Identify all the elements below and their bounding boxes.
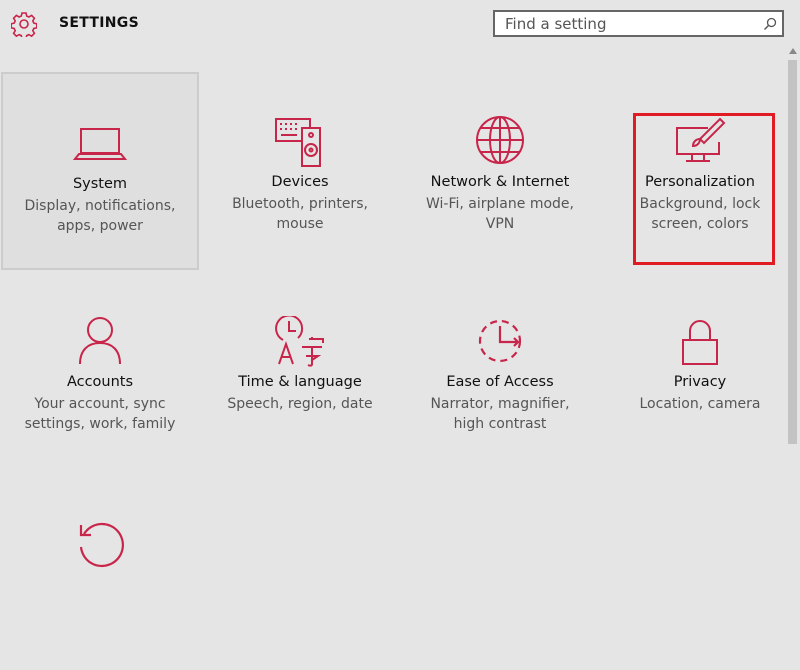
tile-time-language[interactable]: Time & language Speech, region, date <box>201 272 399 470</box>
tile-accounts[interactable]: Accounts Your account, sync settings, wo… <box>1 272 199 470</box>
tile-ease-of-access[interactable]: Ease of Access Narrator, magnifier, high… <box>401 272 599 470</box>
tile-privacy[interactable]: Privacy Location, camera <box>601 272 799 470</box>
tile-network-internet[interactable]: Network & Internet Wi-Fi, airplane mode,… <box>401 72 599 270</box>
tile-name: Accounts <box>66 374 134 390</box>
ease-of-access-icon <box>472 316 528 372</box>
globe-icon <box>472 116 528 172</box>
tile-name: Devices <box>271 174 329 190</box>
tile-description: Bluetooth, printers, mouse <box>232 196 368 232</box>
search-input[interactable] <box>495 12 767 35</box>
tile-name: Network & Internet <box>430 174 570 190</box>
scroll-up-arrow-icon[interactable] <box>789 48 797 54</box>
update-icon <box>72 516 128 572</box>
tile-description: Display, notifications, apps, power <box>24 198 176 234</box>
gear-icon <box>11 11 37 37</box>
tile-description: Your account, sync settings, work, famil… <box>24 396 176 432</box>
tile-description: Wi-Fi, airplane mode, VPN <box>426 196 574 232</box>
laptop-icon <box>72 118 128 174</box>
page-title: SETTINGS <box>59 15 139 31</box>
tile-update-security[interactable] <box>1 472 199 670</box>
lock-icon <box>672 316 728 372</box>
settings-header: SETTINGS <box>0 0 800 48</box>
tile-name: Time & language <box>238 374 362 390</box>
tile-devices[interactable]: Devices Bluetooth, printers, mouse <box>201 72 399 270</box>
tile-description: Location, camera <box>639 396 761 412</box>
tile-name: System <box>72 176 128 192</box>
tile-name: Ease of Access <box>446 374 554 390</box>
tile-description: Speech, region, date <box>227 396 373 412</box>
tile-system[interactable]: System Display, notifications, apps, pow… <box>1 72 199 270</box>
devices-icon <box>272 116 328 172</box>
clock-language-icon <box>272 316 328 372</box>
person-icon <box>72 316 128 372</box>
search-icon[interactable] <box>762 16 778 32</box>
search-box[interactable] <box>493 10 784 37</box>
tile-description: Narrator, magnifier, high contrast <box>430 396 570 432</box>
tile-name: Privacy <box>673 374 727 390</box>
highlight-box <box>633 113 775 265</box>
